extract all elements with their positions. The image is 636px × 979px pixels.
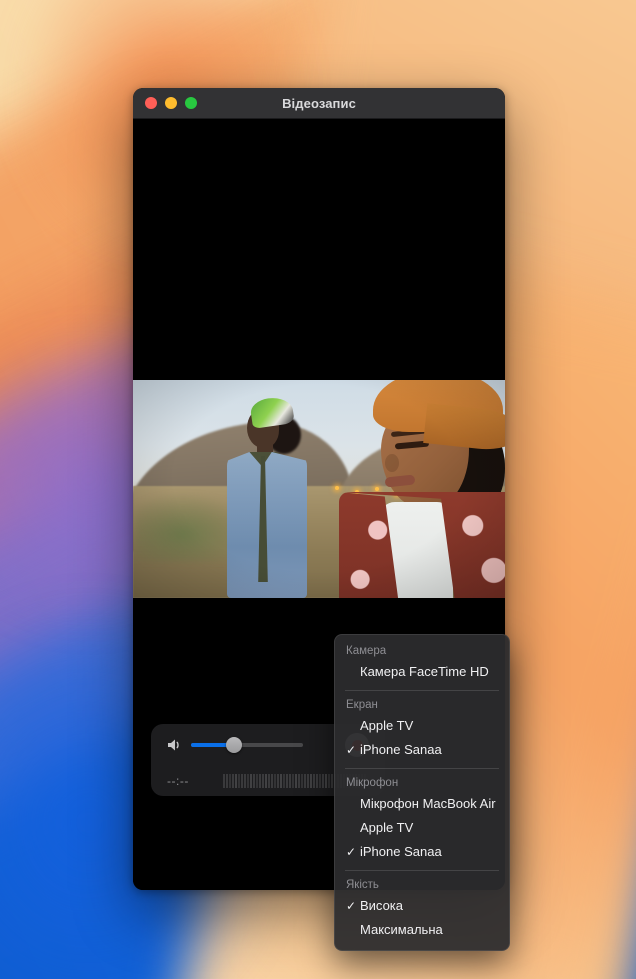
- checkmark-icon: ✓: [346, 845, 357, 859]
- menu-item-label: Висока: [360, 898, 404, 913]
- menu-separator: [345, 690, 499, 691]
- menu-item[interactable]: ✓ iPhone Sanaa: [335, 738, 509, 762]
- menu-item[interactable]: Мікрофон MacBook Air: [335, 792, 509, 816]
- meter-bar: [283, 774, 285, 788]
- menu-item-label: Максимальна: [360, 922, 443, 937]
- menu-item[interactable]: Камера FaceTime HD: [335, 660, 509, 684]
- close-button[interactable]: [145, 97, 157, 109]
- meter-bar: [331, 774, 333, 788]
- menu-item-label: Apple TV: [360, 718, 414, 733]
- meter-bar: [274, 774, 276, 788]
- meter-bar: [304, 774, 306, 788]
- meter-bar: [253, 774, 255, 788]
- meter-bar: [280, 774, 282, 788]
- meter-bar: [226, 774, 228, 788]
- meter-bar: [265, 774, 267, 788]
- meter-bar: [232, 774, 234, 788]
- menu-section-header: Якість: [346, 879, 379, 891]
- checkmark-icon: ✓: [346, 743, 357, 757]
- volume-knob[interactable]: [226, 737, 242, 753]
- meter-bar: [247, 774, 249, 788]
- meter-bar: [223, 774, 225, 788]
- menu-item-label: iPhone Sanaa: [360, 742, 442, 757]
- menu-section-header: Мікрофон: [346, 777, 399, 789]
- meter-bar: [325, 774, 327, 788]
- meter-bar: [298, 774, 300, 788]
- meter-bar: [301, 774, 303, 788]
- menu-item[interactable]: Apple TV: [335, 816, 509, 840]
- recording-options-menu[interactable]: Камера Камера FaceTime HD Екран Apple TV ✓ iP…: [334, 634, 510, 951]
- meter-bar: [310, 774, 312, 788]
- menu-item-label: Камера FaceTime HD: [360, 664, 489, 679]
- meter-bar: [238, 774, 240, 788]
- meter-bar: [322, 774, 324, 788]
- meter-bar: [307, 774, 309, 788]
- minimize-button[interactable]: [165, 97, 177, 109]
- menu-item[interactable]: ✓ iPhone Sanaa: [335, 840, 509, 864]
- menu-item-label: Мікрофон MacBook Air: [360, 796, 496, 811]
- meter-bar: [262, 774, 264, 788]
- window-titlebar[interactable]: Відеозапис: [133, 88, 505, 119]
- meter-bar: [286, 774, 288, 788]
- meter-bar: [292, 774, 294, 788]
- meter-bar: [316, 774, 318, 788]
- traffic-light-group: [145, 97, 197, 109]
- speaker-icon[interactable]: [167, 737, 183, 753]
- meter-bar: [250, 774, 252, 788]
- menu-separator: [345, 768, 499, 769]
- checkmark-icon: ✓: [346, 899, 357, 913]
- meter-bar: [244, 774, 246, 788]
- menu-item[interactable]: ✓ Висока: [335, 894, 509, 918]
- meter-bar: [229, 774, 231, 788]
- menu-item-label: iPhone Sanaa: [360, 844, 442, 859]
- meter-bar: [277, 774, 279, 788]
- meter-bar: [241, 774, 243, 788]
- volume-slider[interactable]: [191, 735, 303, 755]
- menu-section-header: Екран: [346, 699, 378, 711]
- menu-separator: [345, 870, 499, 871]
- meter-bar: [295, 774, 297, 788]
- meter-bar: [328, 774, 330, 788]
- meter-bar: [259, 774, 261, 788]
- meter-bar: [271, 774, 273, 788]
- video-frame: [133, 380, 505, 598]
- menu-section-header: Камера: [346, 645, 387, 657]
- meter-bar: [313, 774, 315, 788]
- meter-bar: [268, 774, 270, 788]
- timecode-display: --:--: [167, 774, 189, 788]
- meter-bar: [319, 774, 321, 788]
- zoom-button[interactable]: [185, 97, 197, 109]
- meter-bar: [256, 774, 258, 788]
- meter-bar: [289, 774, 291, 788]
- video-vignette: [133, 380, 505, 598]
- meter-bar: [235, 774, 237, 788]
- menu-item[interactable]: Максимальна: [335, 918, 509, 942]
- menu-item-label: Apple TV: [360, 820, 414, 835]
- menu-item[interactable]: Apple TV: [335, 714, 509, 738]
